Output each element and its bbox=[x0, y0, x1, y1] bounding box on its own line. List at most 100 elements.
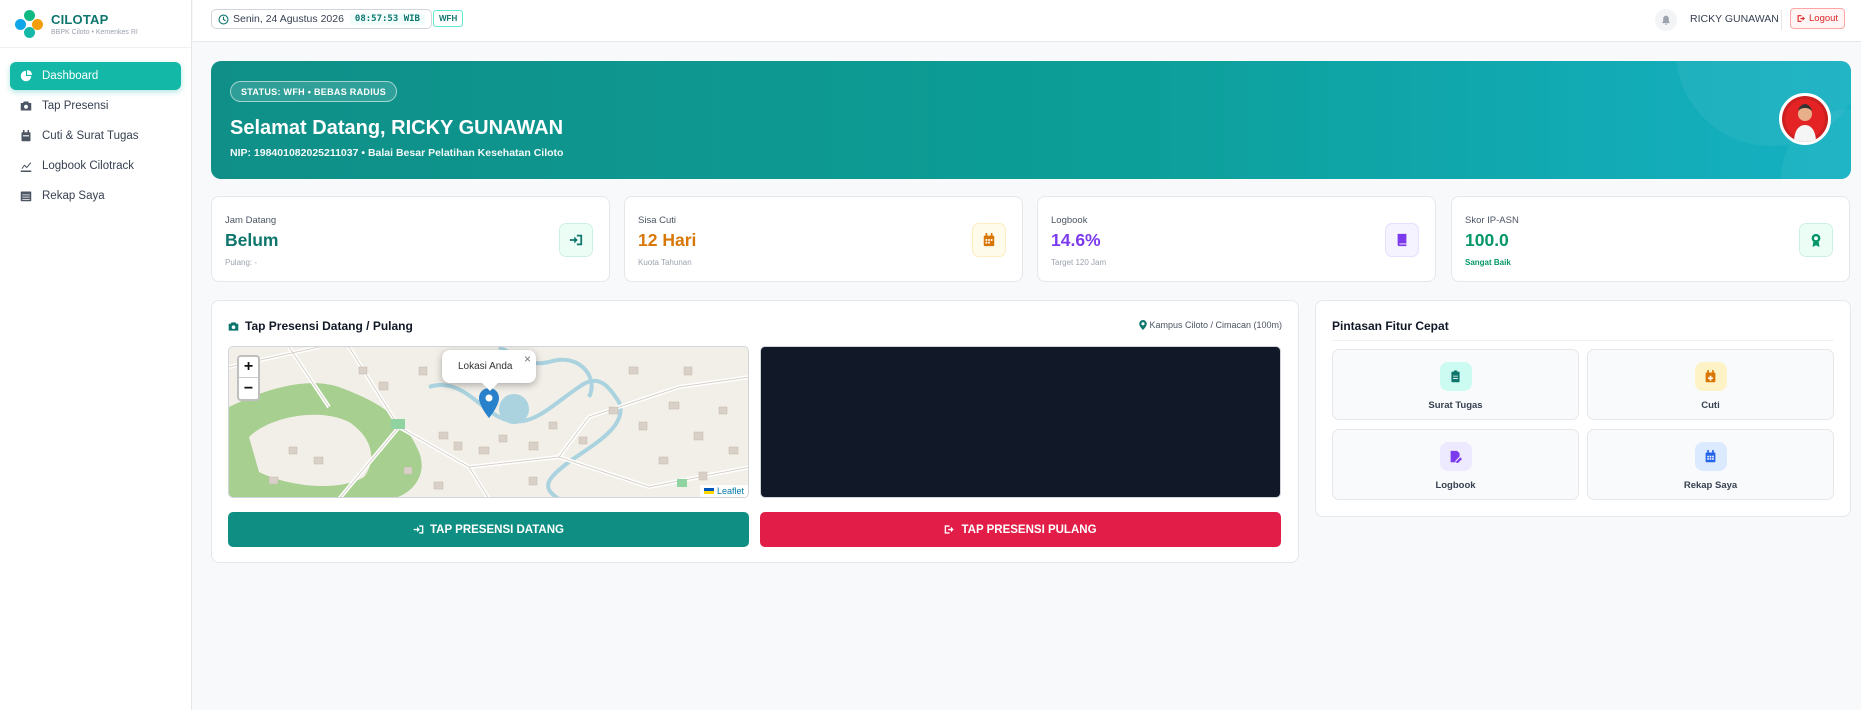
calendar-icon bbox=[21, 130, 31, 142]
user-name: RICKY GUNAWAN bbox=[1690, 13, 1779, 25]
calendar-icon bbox=[972, 223, 1006, 257]
sign-in-icon bbox=[559, 223, 593, 257]
welcome-title: Selamat Datang, RICKY GUNAWAN bbox=[230, 117, 564, 139]
current-date: Senin, 24 Agustus 2026 bbox=[233, 13, 344, 25]
stat-sub: Target 120 Jam bbox=[1051, 258, 1107, 267]
zoom-control: + − bbox=[237, 355, 260, 401]
sidebar-item-rekap[interactable]: Rekap Saya bbox=[10, 182, 181, 210]
chart-pie-icon bbox=[20, 70, 32, 82]
sidebar-item-label: Cuti & Surat Tugas bbox=[42, 130, 139, 142]
stat-value: 100.0 bbox=[1465, 230, 1509, 250]
stat-card-arrival: Jam Datang Belum Pulang: - bbox=[211, 196, 610, 282]
stat-label: Sisa Cuti bbox=[638, 215, 677, 226]
sidebar-item-dashboard[interactable]: Dashboard bbox=[10, 62, 181, 90]
user-photo bbox=[1782, 96, 1828, 142]
camera-icon bbox=[20, 101, 32, 111]
quick-label: Cuti bbox=[1701, 400, 1720, 411]
stat-label: Skor IP-ASN bbox=[1465, 215, 1519, 226]
quick-label: Logbook bbox=[1435, 480, 1476, 491]
topbar: Senin, 24 Agustus 2026 08:57:53 WIB WFH … bbox=[193, 0, 1861, 42]
location-label: Kampus Ciloto / Cimacan (100m) bbox=[1139, 320, 1282, 330]
sidebar-item-cuti[interactable]: Cuti & Surat Tugas bbox=[10, 122, 181, 150]
tap-in-label: TAP PRESENSI DATANG bbox=[430, 523, 564, 536]
quick-label: Surat Tugas bbox=[1428, 400, 1483, 411]
quick-logbook[interactable]: Logbook bbox=[1332, 429, 1579, 500]
calendar-plus-icon bbox=[1694, 362, 1727, 391]
popup-tip bbox=[482, 383, 498, 391]
clipboard-icon bbox=[1439, 362, 1472, 391]
bell-icon bbox=[1662, 15, 1670, 25]
date-time-box: Senin, 24 Agustus 2026 08:57:53 WIB bbox=[211, 9, 432, 29]
calendar-grid-icon bbox=[1694, 442, 1727, 471]
camera-icon bbox=[228, 321, 239, 331]
stat-card-logbook: Logbook 14.6% Target 120 Jam bbox=[1037, 196, 1436, 282]
quick-rekap[interactable]: Rekap Saya bbox=[1587, 429, 1834, 500]
logout-button[interactable]: Logout bbox=[1790, 8, 1846, 29]
location-text: Kampus Ciloto / Cimacan (100m) bbox=[1149, 320, 1282, 330]
avatar[interactable] bbox=[1779, 93, 1831, 145]
sidebar-item-tap-presensi[interactable]: Tap Presensi bbox=[10, 92, 181, 120]
close-icon[interactable]: × bbox=[524, 352, 531, 366]
popup-text: Lokasi Anda bbox=[458, 361, 513, 372]
card-title: Tap Presensi Datang / Pulang bbox=[228, 319, 413, 333]
map-attribution[interactable]: Leaflet bbox=[699, 485, 748, 497]
book-icon bbox=[1385, 223, 1419, 257]
map-marker-icon[interactable] bbox=[479, 388, 499, 418]
divider bbox=[1781, 10, 1782, 30]
stat-label: Jam Datang bbox=[225, 215, 277, 226]
current-time: 08:57:53 WIB bbox=[349, 13, 425, 25]
chart-line-icon bbox=[20, 162, 32, 172]
notification-button[interactable] bbox=[1655, 9, 1677, 31]
stat-card-leave: Sisa Cuti 12 Hari Kuota Tahunan bbox=[624, 196, 1023, 282]
presensi-card: Tap Presensi Datang / Pulang Kampus Cilo… bbox=[211, 300, 1299, 563]
camera-preview bbox=[760, 346, 1281, 498]
quick-access-title: Pintasan Fitur Cepat bbox=[1332, 319, 1449, 333]
quick-surat-tugas[interactable]: Surat Tugas bbox=[1332, 349, 1579, 420]
work-mode-badge: WFH bbox=[433, 10, 464, 27]
stat-sub: Kuota Tahunan bbox=[638, 258, 692, 267]
stat-label: Logbook bbox=[1051, 215, 1088, 226]
sidebar: CILOTAP BBPK Ciloto • Kemenkes RI Dashbo… bbox=[0, 0, 192, 710]
award-icon bbox=[1799, 223, 1833, 257]
quick-cuti[interactable]: Cuti bbox=[1587, 349, 1834, 420]
sidebar-item-label: Logbook Cilotrack bbox=[42, 160, 135, 172]
brand-subtitle: BBPK Ciloto • Kemenkes RI bbox=[51, 28, 138, 36]
sidebar-item-logbook[interactable]: Logbook Cilotrack bbox=[10, 152, 181, 180]
quick-label: Rekap Saya bbox=[1683, 480, 1738, 491]
sign-in-icon bbox=[413, 525, 424, 534]
divider bbox=[1332, 340, 1834, 341]
brand[interactable]: CILOTAP BBPK Ciloto • Kemenkes RI bbox=[0, 0, 191, 48]
attribution-link[interactable]: Leaflet bbox=[717, 486, 744, 496]
tap-out-button[interactable]: TAP PRESENSI PULANG bbox=[760, 512, 1281, 547]
stat-value: 14.6% bbox=[1051, 230, 1101, 250]
sign-out-icon bbox=[945, 525, 955, 534]
zoom-out-button[interactable]: − bbox=[239, 378, 258, 399]
sidebar-item-label: Rekap Saya bbox=[42, 190, 105, 202]
brand-name: CILOTAP bbox=[51, 11, 109, 27]
sign-out-icon bbox=[1797, 15, 1805, 22]
stat-value: 12 Hari bbox=[638, 230, 697, 250]
logout-label: Logout bbox=[1809, 13, 1839, 24]
stat-sub: Sangat Baik bbox=[1465, 258, 1511, 267]
tap-out-label: TAP PRESENSI PULANG bbox=[961, 523, 1097, 536]
logo-icon bbox=[15, 9, 43, 38]
presensi-title: Tap Presensi Datang / Pulang bbox=[245, 319, 413, 333]
location-popup: Lokasi Anda × bbox=[442, 350, 536, 391]
sidebar-item-label: Dashboard bbox=[42, 70, 99, 82]
welcome-banner: STATUS: WFH • BEBAS RADIUS Selamat Datan… bbox=[211, 61, 1851, 179]
flag-icon bbox=[703, 488, 714, 494]
location-map[interactable]: + − Lokasi Anda × Leaflet bbox=[228, 346, 749, 498]
stat-sub: Pulang: - bbox=[225, 258, 258, 267]
edit-file-icon bbox=[1439, 442, 1472, 471]
sidebar-nav: Dashboard Tap Presensi Cuti & Surat Tuga… bbox=[0, 48, 191, 226]
clock-icon bbox=[218, 13, 229, 25]
map-pin-icon bbox=[1139, 320, 1148, 330]
tap-in-button[interactable]: TAP PRESENSI DATANG bbox=[228, 512, 749, 547]
employee-info: NIP: 198401082025211037 • Balai Besar Pe… bbox=[230, 147, 564, 159]
stat-value: Belum bbox=[225, 230, 279, 250]
zoom-in-button[interactable]: + bbox=[239, 357, 258, 378]
status-badge: STATUS: WFH • BEBAS RADIUS bbox=[230, 81, 398, 102]
quick-access-card: Pintasan Fitur Cepat Surat Tugas Cuti Lo… bbox=[1315, 300, 1851, 517]
stat-card-ipasn: Skor IP-ASN 100.0 Sangat Baik bbox=[1451, 196, 1850, 282]
table-icon bbox=[20, 191, 32, 202]
